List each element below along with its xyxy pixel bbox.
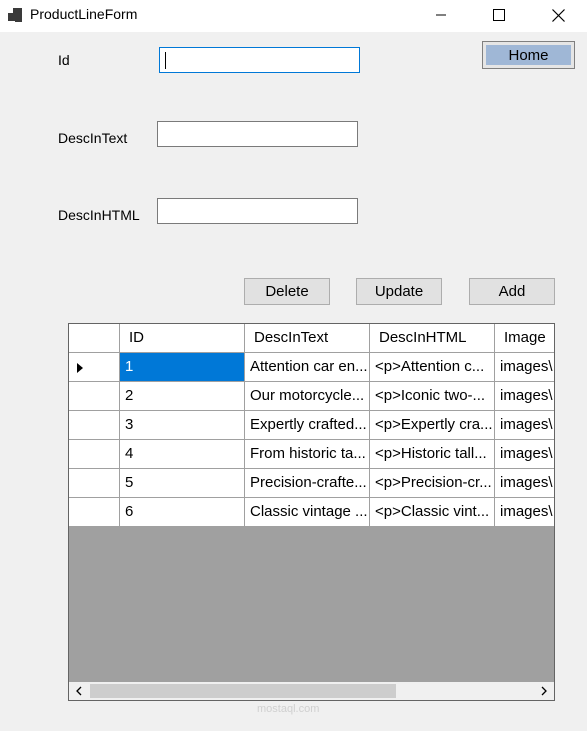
cell-id[interactable]: 6 (120, 498, 245, 527)
update-button[interactable]: Update (356, 278, 442, 305)
cell-deschtml[interactable]: <p>Classic vint... (370, 498, 495, 527)
close-button[interactable] (535, 0, 581, 30)
cell-image[interactable]: images\ (495, 411, 554, 440)
cell-descintext[interactable]: Precision-crafte... (245, 469, 370, 498)
table-row[interactable]: 2 Our motorcycle... <p>Iconic two-... image… (69, 382, 554, 411)
home-button[interactable]: Home (486, 45, 571, 65)
desc-in-text-label: DescInText (58, 130, 128, 146)
row-header[interactable] (69, 353, 120, 382)
maximize-icon (493, 9, 505, 21)
row-header[interactable] (69, 382, 120, 411)
table-row[interactable]: 5 Precision-crafte... <p>Precision-cr... im… (69, 469, 554, 498)
product-line-grid[interactable]: ID DescInText DescInHTML Image 1 Attentio… (68, 323, 555, 701)
delete-button[interactable]: Delete (244, 278, 330, 305)
title-bar: ProductLineForm (0, 0, 587, 32)
cell-deschtml[interactable]: <p>Historic tall... (370, 440, 495, 469)
desc-in-html-input[interactable] (157, 198, 358, 224)
cell-descintext[interactable]: From historic ta... (245, 440, 370, 469)
id-input[interactable] (159, 47, 360, 73)
cell-deschtml[interactable]: <p>Expertly cra... (370, 411, 495, 440)
table-row[interactable]: 1 Attention car en... <p>Attention c... ima… (69, 353, 554, 382)
table-row[interactable]: 6 Classic vintage ... <p>Classic vint... im… (69, 498, 554, 527)
add-button[interactable]: Add (469, 278, 555, 305)
close-icon (551, 8, 565, 22)
row-header[interactable] (69, 411, 120, 440)
app-icon (8, 8, 24, 22)
cell-id[interactable]: 2 (120, 382, 245, 411)
table-row[interactable]: 4 From historic ta... <p>Historic tall... i… (69, 440, 554, 469)
cell-descintext[interactable]: Classic vintage ... (245, 498, 370, 527)
watermark: mostaql.com (257, 703, 320, 715)
cell-id[interactable]: 1 (120, 353, 245, 382)
grid-header-row: ID DescInText DescInHTML Image (69, 324, 554, 353)
scroll-right-button[interactable] (534, 682, 554, 700)
scroll-thumb[interactable] (90, 684, 396, 698)
row-header[interactable] (69, 498, 120, 527)
column-header-deschtml[interactable]: DescInHTML (370, 324, 495, 353)
chevron-right-icon (541, 686, 547, 696)
row-header[interactable] (69, 469, 120, 498)
text-caret (165, 52, 166, 69)
cell-image[interactable]: images\ (495, 440, 554, 469)
minimize-icon (436, 14, 446, 16)
id-label: Id (58, 52, 70, 68)
cell-deschtml[interactable]: <p>Attention c... (370, 353, 495, 382)
cell-descintext[interactable]: Expertly crafted... (245, 411, 370, 440)
cell-id[interactable]: 3 (120, 411, 245, 440)
cell-deschtml[interactable]: <p>Iconic two-... (370, 382, 495, 411)
window-title: ProductLineForm (30, 6, 138, 22)
scroll-left-button[interactable] (69, 682, 89, 700)
home-button-frame: Home (482, 41, 575, 69)
row-pointer-icon (77, 363, 83, 373)
cell-id[interactable]: 4 (120, 440, 245, 469)
cell-descintext[interactable]: Our motorcycle... (245, 382, 370, 411)
column-header-image[interactable]: Image (495, 324, 554, 353)
cell-image[interactable]: images\ (495, 353, 554, 382)
cell-image[interactable]: images\ (495, 382, 554, 411)
column-header-id[interactable]: ID (120, 324, 245, 353)
chevron-left-icon (76, 686, 82, 696)
horizontal-scrollbar[interactable] (69, 682, 554, 700)
cell-image[interactable]: images\ (495, 498, 554, 527)
column-header-descintext[interactable]: DescInText (245, 324, 370, 353)
cell-deschtml[interactable]: <p>Precision-cr... (370, 469, 495, 498)
row-header[interactable] (69, 440, 120, 469)
cell-descintext[interactable]: Attention car en... (245, 353, 370, 382)
cell-id[interactable]: 5 (120, 469, 245, 498)
row-header-corner (69, 324, 120, 353)
minimize-button[interactable] (418, 0, 464, 30)
cell-image[interactable]: images\ (495, 469, 554, 498)
maximize-button[interactable] (476, 0, 522, 30)
desc-in-text-input[interactable] (157, 121, 358, 147)
desc-in-html-label: DescInHTML (58, 207, 140, 223)
table-row[interactable]: 3 Expertly crafted... <p>Expertly cra... im… (69, 411, 554, 440)
